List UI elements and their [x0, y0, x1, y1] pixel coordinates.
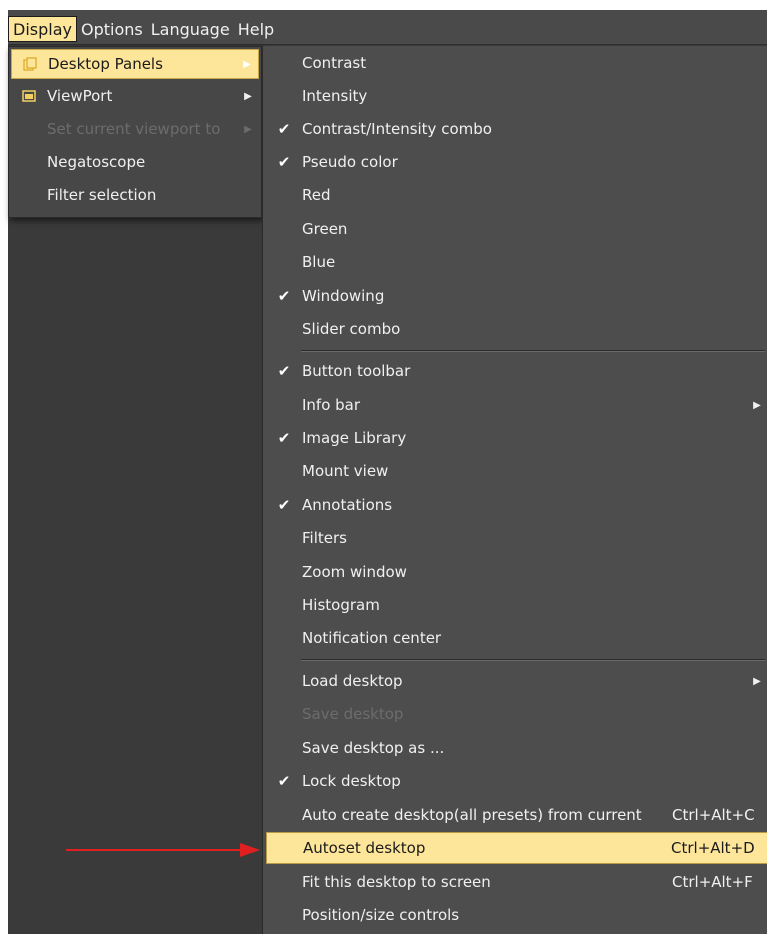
menu-item-autoset-desktop[interactable]: Autoset desktop Ctrl+Alt+D	[266, 832, 767, 864]
menu-item-blue[interactable]: Blue	[266, 246, 767, 278]
menu-item-zoom-window[interactable]: Zoom window	[266, 556, 767, 588]
checkmark-icon: ✔	[277, 496, 291, 514]
shortcut-label: Ctrl+Alt+F	[672, 873, 753, 891]
menu-item-image-library[interactable]: ✔ Image Library	[266, 422, 767, 454]
menu-item-mount-view[interactable]: Mount view	[266, 455, 767, 487]
menu-separator	[301, 659, 765, 661]
menu-item-pseudo-color[interactable]: ✔ Pseudo color	[266, 146, 767, 178]
menu-item-save-desktop-as[interactable]: Save desktop as ...	[266, 732, 767, 764]
viewport-icon	[21, 88, 37, 104]
menu-item-save-desktop[interactable]: Save desktop	[266, 698, 767, 730]
menu-item-red[interactable]: Red	[266, 179, 767, 211]
shortcut-label: Ctrl+Alt+C	[672, 806, 755, 824]
checkmark-icon: ✔	[277, 772, 291, 790]
menu-item-intensity[interactable]: Intensity	[266, 80, 767, 112]
menu-item-filter-selection[interactable]: Filter selection	[11, 180, 259, 210]
checkmark-icon: ✔	[277, 362, 291, 380]
menu-language[interactable]: Language	[147, 16, 234, 42]
checkmark-icon: ✔	[277, 120, 291, 138]
menu-options[interactable]: Options	[77, 16, 147, 42]
menu-item-fit-desktop-to-screen[interactable]: Fit this desktop to screen Ctrl+Alt+F	[266, 866, 767, 898]
checkmark-icon: ✔	[277, 153, 291, 171]
submenu-arrow-icon: ▶	[753, 399, 761, 411]
menu-item-contrast[interactable]: Contrast	[266, 47, 767, 79]
menu-item-slider-combo[interactable]: Slider combo	[266, 313, 767, 345]
submenu-arrow-icon: ▶	[243, 58, 251, 70]
shortcut-label: Ctrl+Alt+D	[671, 839, 755, 857]
submenu-arrow-icon: ▶	[753, 675, 761, 687]
menu-item-annotations[interactable]: ✔ Annotations	[266, 489, 767, 521]
menu-item-set-current-viewport[interactable]: Set current viewport to ▶	[11, 114, 259, 144]
menu-help[interactable]: Help	[234, 16, 278, 42]
menu-item-position-size-controls[interactable]: Position/size controls	[266, 899, 767, 931]
menu-item-auto-create-desktop[interactable]: Auto create desktop(all presets) from cu…	[266, 799, 767, 831]
menu-item-histogram[interactable]: Histogram	[266, 589, 767, 621]
menu-item-negatoscope[interactable]: Negatoscope	[11, 147, 259, 177]
menu-item-green[interactable]: Green	[266, 213, 767, 245]
menu-item-desktop-panels[interactable]: Desktop Panels ▶	[11, 49, 259, 79]
display-menu: Desktop Panels ▶ ViewPort ▶ Set current …	[8, 46, 262, 218]
menu-item-button-toolbar[interactable]: ✔ Button toolbar	[266, 355, 767, 387]
desktop-panels-submenu: Contrast Intensity ✔ Contrast/Intensity …	[262, 46, 767, 934]
menu-item-contrast-intensity-combo[interactable]: ✔ Contrast/Intensity combo	[266, 113, 767, 145]
annotation-arrow-icon	[66, 843, 260, 857]
menu-item-viewport[interactable]: ViewPort ▶	[11, 81, 259, 111]
menu-item-info-bar[interactable]: Info bar ▶	[266, 389, 767, 421]
panels-icon	[22, 56, 38, 72]
checkmark-icon: ✔	[277, 429, 291, 447]
menu-item-windowing[interactable]: ✔ Windowing	[266, 280, 767, 312]
submenu-arrow-icon: ▶	[244, 90, 252, 102]
menu-item-notification-center[interactable]: Notification center	[266, 622, 767, 654]
menu-item-lock-desktop[interactable]: ✔ Lock desktop	[266, 765, 767, 797]
checkmark-icon: ✔	[277, 287, 291, 305]
menubar: Display Options Language Help	[8, 10, 767, 45]
menu-separator	[301, 350, 765, 352]
window-top-strip	[8, 0, 767, 10]
menu-display[interactable]: Display	[8, 16, 77, 42]
submenu-arrow-icon: ▶	[244, 123, 252, 135]
menu-item-load-desktop[interactable]: Load desktop ▶	[266, 665, 767, 697]
menu-item-filters[interactable]: Filters	[266, 522, 767, 554]
